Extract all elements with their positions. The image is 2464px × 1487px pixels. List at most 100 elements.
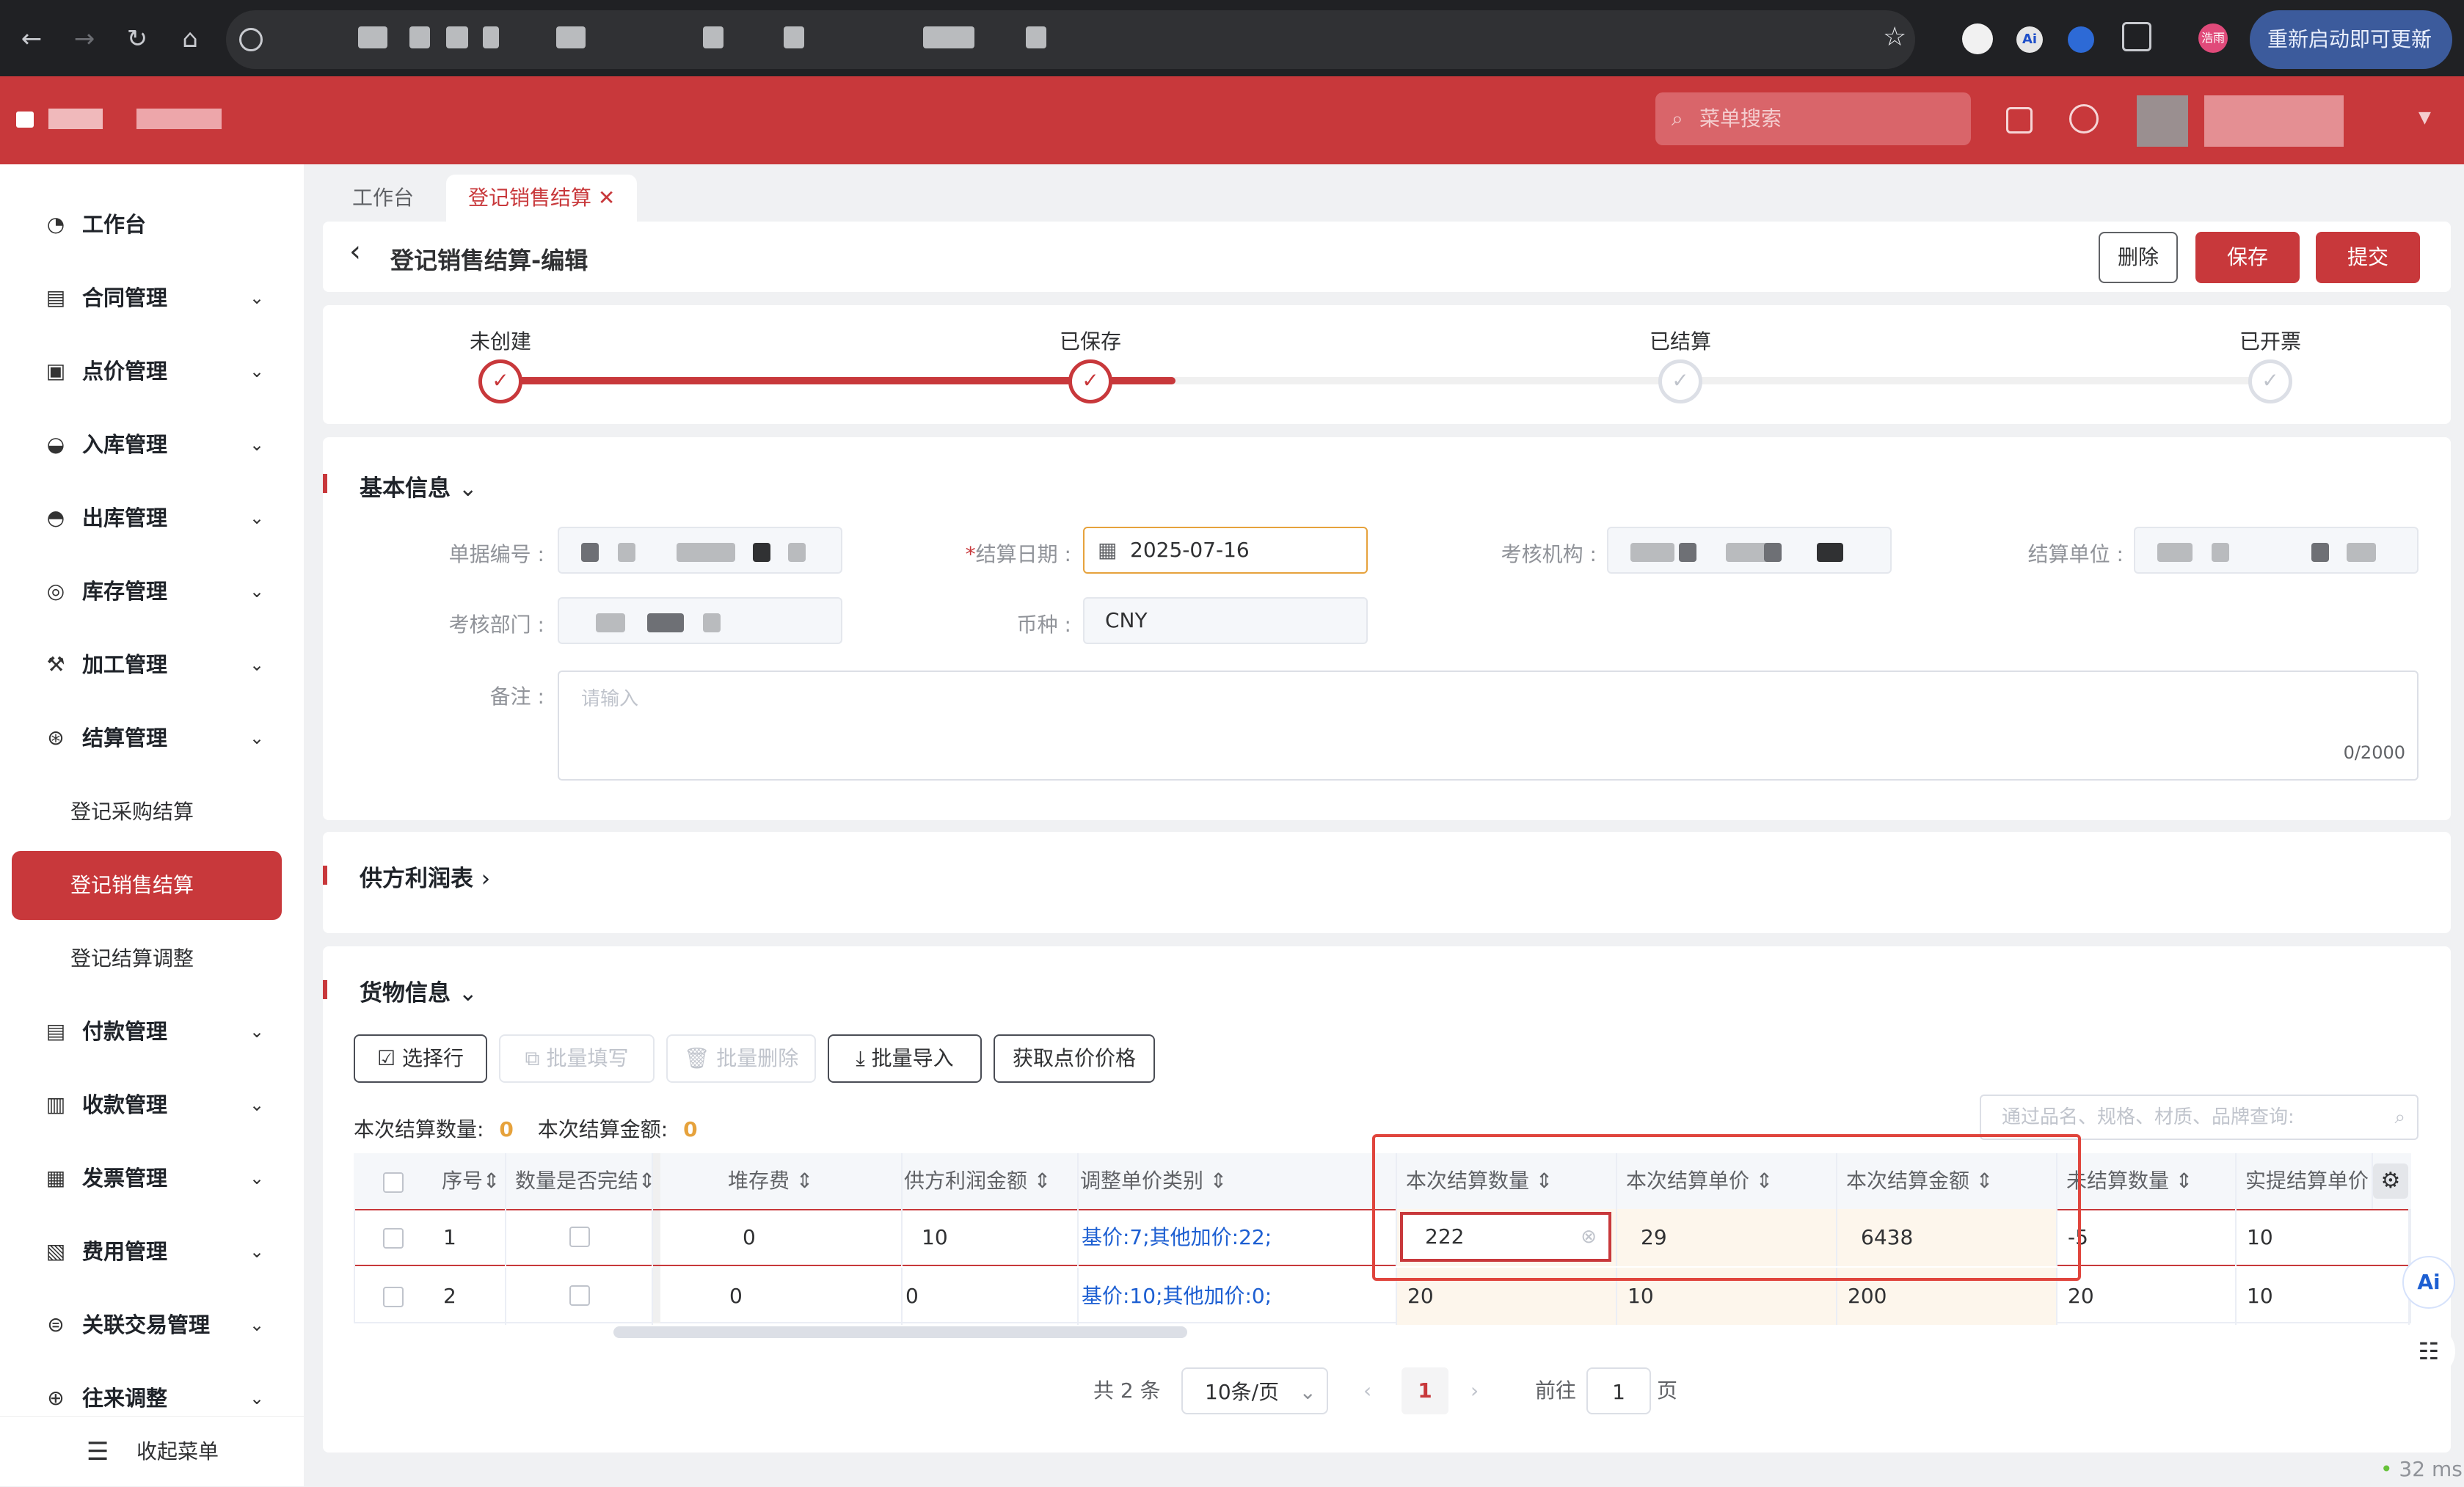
sidebar-subitem-settlement-adjust[interactable]: 登记结算调整	[12, 924, 282, 993]
select-row-button[interactable]: ☑ 选择行	[354, 1034, 487, 1083]
next-page-icon[interactable]: ›	[1470, 1367, 1479, 1414]
extension-icon[interactable]	[2068, 26, 2094, 53]
user-menu-caret-icon[interactable]: ▼	[2419, 109, 2431, 127]
col-header[interactable]: 序号⇕	[433, 1153, 506, 1209]
sidebar-subitem-purchase-settlement[interactable]: 登记采购结算	[12, 778, 282, 847]
cell-unsettled-qty: 20	[2057, 1268, 2237, 1325]
unit-field[interactable]	[2134, 527, 2419, 574]
row-checkbox[interactable]	[383, 1287, 404, 1307]
doc-no-field[interactable]	[558, 527, 842, 574]
save-button[interactable]: 保存	[2195, 232, 2300, 283]
col-header[interactable]: 堆存费 ⇕	[719, 1153, 903, 1209]
dept-field[interactable]	[558, 597, 842, 644]
sidebar-item-processing[interactable]: ⚒ 加工管理 ⌄	[0, 628, 304, 701]
ai-extension-icon[interactable]: Ai	[2016, 26, 2043, 53]
cell-adjust-type-link[interactable]: 基价:7;其他加价:22;	[1071, 1209, 1397, 1266]
extension-icon[interactable]	[1962, 23, 1993, 54]
chevron-down-icon: ⌄	[249, 1315, 265, 1335]
latency-value: 32 ms	[2399, 1457, 2463, 1481]
collapse-menu-button[interactable]: ☰ 收起菜单	[0, 1416, 304, 1486]
sidebar-item-contract[interactable]: ▤ 合同管理 ⌄	[0, 261, 304, 335]
cell-storage-fee[interactable]: 0	[719, 1268, 903, 1325]
section-title-profit[interactable]: 供方利润表 ›	[360, 860, 490, 893]
get-price-button[interactable]: 获取点价价格	[994, 1034, 1155, 1083]
sidebar-item-expense[interactable]: ▧ 费用管理 ⌄	[0, 1215, 304, 1288]
col-header[interactable]: 未结算数量 ⇕	[2057, 1153, 2237, 1209]
sidebar-subitem-sales-settlement[interactable]: 登记销售结算	[12, 851, 282, 920]
chevron-down-icon[interactable]: ⌄	[459, 980, 478, 1006]
section-marker	[323, 474, 327, 493]
currency-field[interactable]: CNY	[1083, 597, 1368, 644]
chevron-down-icon: ⌄	[249, 654, 265, 675]
sidebar-item-inbound[interactable]: ◒ 入库管理 ⌄	[0, 408, 304, 481]
list-menu-icon[interactable]: ☷	[2402, 1325, 2455, 1378]
back-icon[interactable]: ←	[12, 19, 51, 59]
page-size-select[interactable]: 10条/页 ⌄	[1181, 1367, 1328, 1414]
chevron-down-icon[interactable]: ⌄	[459, 475, 478, 502]
reload-icon[interactable]: ↻	[117, 19, 157, 59]
ai-assistant-button[interactable]: Ai	[2402, 1256, 2455, 1309]
select-all-checkbox[interactable]	[383, 1172, 404, 1193]
sidebar-item-outbound[interactable]: ◓ 出库管理 ⌄	[0, 481, 304, 555]
tab-sales-settlement[interactable]: 登记销售结算 ✕	[446, 175, 638, 222]
outbound-icon: ◓	[46, 505, 65, 530]
close-icon[interactable]: ✕	[598, 186, 615, 210]
qty-complete-checkbox[interactable]	[569, 1285, 590, 1306]
bookmark-star-icon[interactable]: ☆	[1883, 22, 1906, 52]
select-row-label: 选择行	[402, 1046, 464, 1070]
extensions-puzzle-icon[interactable]	[2122, 22, 2151, 51]
settle-date-input[interactable]: ▦ 2025-07-16	[1083, 527, 1368, 574]
tab-workbench[interactable]: 工作台	[330, 175, 436, 222]
back-arrow-icon[interactable]: ‹	[349, 235, 361, 268]
submit-button[interactable]: 提交	[2316, 232, 2420, 283]
site-info-icon[interactable]	[239, 28, 263, 51]
update-label: 重新启动即可更新	[2267, 27, 2432, 51]
redacted-value	[703, 613, 721, 632]
col-header[interactable]: 供方利润金额 ⇕	[895, 1153, 1079, 1209]
column-settings-gear-icon[interactable]: ⚙	[2373, 1163, 2408, 1199]
goto-page-input[interactable]: 1	[1586, 1367, 1651, 1414]
sidebar-item-inventory[interactable]: ◎ 库存管理 ⌄	[0, 555, 304, 628]
col-header-label: 供方利润金额	[904, 1169, 1028, 1193]
redacted-value	[753, 543, 770, 562]
prev-page-icon[interactable]: ‹	[1363, 1367, 1371, 1414]
col-header[interactable]: 实提结算单价	[2237, 1153, 2373, 1209]
col-header[interactable]: 数量是否完结⇕	[506, 1153, 653, 1209]
cell-profit-amount[interactable]: 0	[895, 1268, 1079, 1325]
sidebar-item-receipt[interactable]: ▥ 收款管理 ⌄	[0, 1068, 304, 1141]
page-number-current[interactable]: 1	[1402, 1367, 1448, 1414]
sidebar-item-invoice[interactable]: ▦ 发票管理 ⌄	[0, 1141, 304, 1215]
more-vert-icon[interactable]: ⋮	[2414, 10, 2435, 69]
theme-palette-icon[interactable]	[2069, 104, 2099, 134]
user-avatar[interactable]	[2137, 95, 2188, 147]
inbound-icon: ◒	[46, 432, 65, 456]
update-button[interactable]: 重新启动即可更新 ⋮	[2250, 10, 2452, 69]
cell-actual-price: 10	[2237, 1268, 2410, 1325]
batch-import-button[interactable]: ⤓ 批量导入	[828, 1034, 982, 1083]
org-field[interactable]	[1607, 527, 1892, 574]
forward-icon[interactable]: →	[65, 19, 104, 59]
delete-button[interactable]: 删除	[2099, 232, 2178, 283]
cell-profit-amount[interactable]: 10	[895, 1209, 1079, 1266]
qty-complete-checkbox[interactable]	[569, 1227, 590, 1247]
translate-icon[interactable]	[2006, 107, 2033, 134]
profile-avatar[interactable]: 浩雨	[2198, 23, 2228, 53]
sidebar-item-payment[interactable]: ▤ 付款管理 ⌄	[0, 995, 304, 1068]
inventory-icon: ◎	[46, 579, 65, 603]
sidebar-item-pricing[interactable]: ▣ 点价管理 ⌄	[0, 335, 304, 408]
row-checkbox[interactable]	[383, 1228, 404, 1249]
cell-adjust-type-link[interactable]: 基价:10;其他加价:0;	[1071, 1268, 1397, 1325]
table-horizontal-scrollbar[interactable]	[613, 1326, 1187, 1338]
address-bar[interactable]: ☆	[226, 10, 1915, 69]
cell-storage-fee[interactable]: 0	[719, 1209, 903, 1266]
col-header[interactable]: 调整单价类别 ⇕	[1071, 1153, 1397, 1209]
goods-search-input[interactable]: 通过品名、规格、材质、品牌查询: ⌕	[1980, 1095, 2419, 1140]
note-textarea[interactable]: 请输入 0/2000	[558, 671, 2419, 781]
batch-fill-button[interactable]: ⧉ 批量填写	[499, 1034, 655, 1083]
batch-delete-button[interactable]: 🗑 批量删除	[666, 1034, 816, 1083]
sidebar-item-settlement[interactable]: ⊛ 结算管理 ⌄	[0, 701, 304, 775]
sidebar-item-related-transactions[interactable]: ⊜ 关联交易管理 ⌄	[0, 1288, 304, 1362]
sidebar-item-workbench[interactable]: ◔ 工作台	[0, 188, 304, 261]
home-icon[interactable]: ⌂	[170, 19, 210, 59]
menu-search-input[interactable]: ⌕ 菜单搜索	[1655, 92, 1971, 145]
